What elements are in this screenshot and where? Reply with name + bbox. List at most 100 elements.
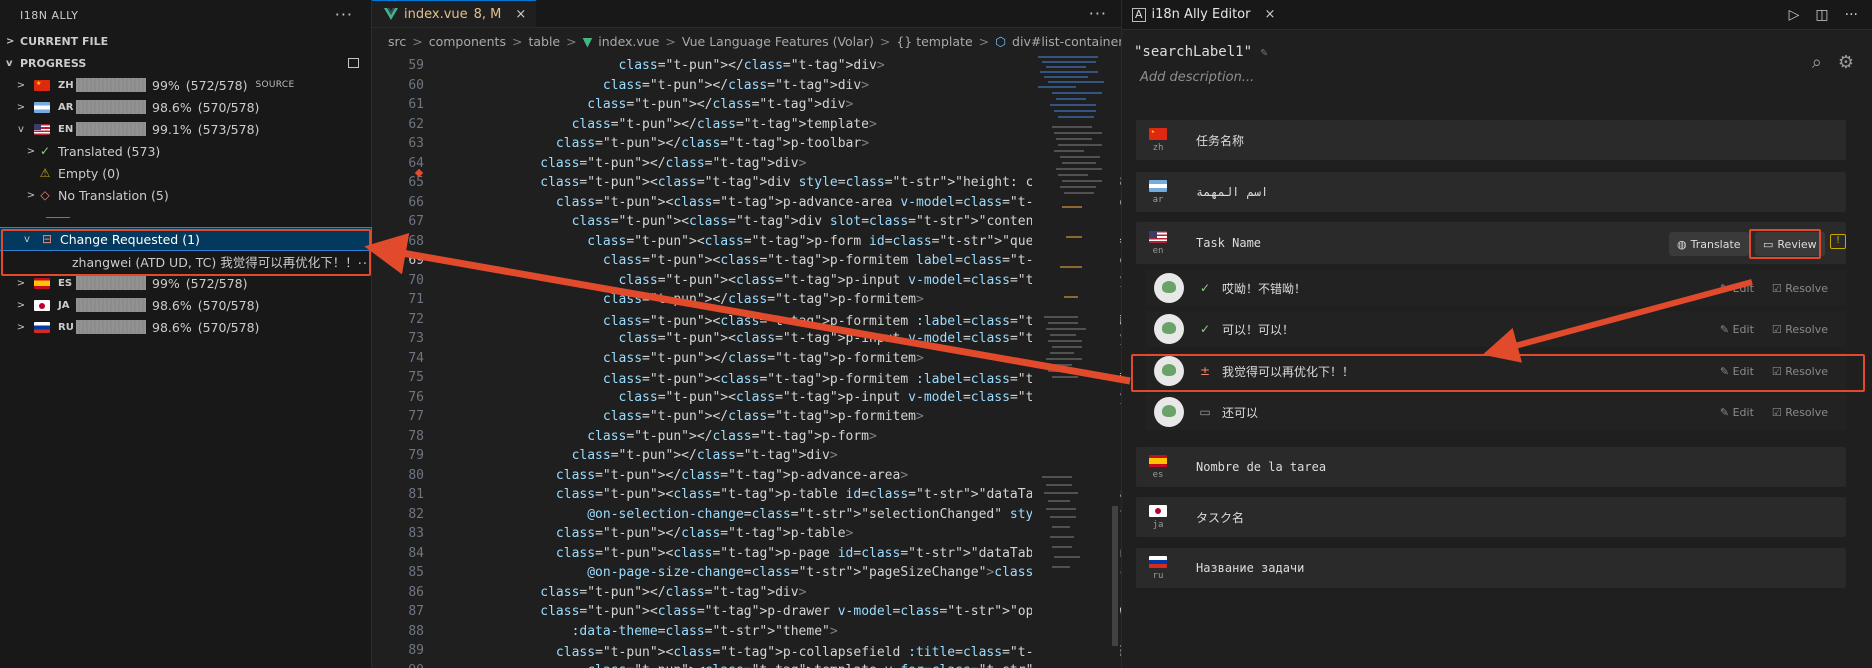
breadcrumb-item[interactable]: table [528,34,560,49]
code-line[interactable]: 69 class="t-pun"><class="t-tag">p-formit… [372,251,1121,271]
translation-value[interactable]: Название задачи [1196,561,1304,575]
locale-card-es[interactable]: es Nombre de la tarea [1136,447,1846,487]
locale-row-zh[interactable]: > ★ ZH 99% (572/578) SOURCE [0,74,371,96]
minimap[interactable] [1032,56,1120,668]
code-line[interactable]: 79 class="t-pun"></class="t-tag">div> [372,446,1032,466]
description-input[interactable]: Add description... [1140,70,1254,85]
section-label: PROGRESS [20,56,87,70]
split-editor-icon[interactable]: ◫ [1815,7,1828,23]
comment-toggle-icon[interactable]: ! [1830,234,1846,249]
code-line[interactable]: 72 class="t-pun"><class="t-tag">p-formit… [372,310,1121,330]
locale-row-en[interactable]: v EN 99.1% (573/578) [0,118,371,140]
edit-comment-button[interactable]: ✎ Edit [1720,323,1754,336]
edit-comment-button[interactable]: ✎ Edit [1720,406,1754,419]
edit-pencil-icon[interactable]: ✎ [1260,45,1267,59]
code-line[interactable]: 84 class="t-pun"><class="t-tag">p-page i… [372,544,1121,564]
empty-node[interactable]: ⚠ Empty (0) [0,162,371,184]
resolve-comment-button[interactable]: ☑ Resolve [1772,282,1828,295]
code-line[interactable]: 73 class="t-pun"><class="t-tag">p-input … [372,329,1121,349]
edit-comment-button[interactable]: ✎ Edit [1720,282,1754,295]
globe-icon: ◍ [1677,237,1687,251]
code-line[interactable]: 83 class="t-pun"></class="t-tag">p-table… [372,524,1032,544]
code-line[interactable]: 67 class="t-pun"><class="t-tag">div slot… [372,212,1057,232]
locale-row-ja[interactable]: > JA 98.6% (570/578) [0,294,371,316]
code-line[interactable]: 70 class="t-pun"><class="t-tag">p-input … [372,271,1121,291]
locale-flag: ja [1136,504,1180,530]
code-line[interactable]: 78 class="t-pun"></class="t-tag">p-form> [372,427,1032,447]
code-line[interactable]: 85 @on-page-size-change=class="t-str">"p… [372,563,1121,583]
close-icon[interactable]: × [515,7,526,22]
code-line[interactable]: 76 class="t-pun"><class="t-tag">p-input … [372,388,1121,408]
code-line[interactable]: 82 @on-selection-change=class="t-str">"s… [372,505,1121,525]
key-label: "searchLabel1" [1134,44,1253,60]
locale-count: (572/578) [185,77,248,93]
locale-card-ar[interactable]: ar اسم المهمة [1136,172,1846,212]
breadcrumb-item[interactable]: src [388,34,406,49]
play-icon[interactable]: ▷ [1789,7,1800,23]
locale-card-ja[interactable]: ja タスク名 [1136,497,1846,537]
resolve-comment-button[interactable]: ☑ Resolve [1772,406,1828,419]
code-line[interactable]: 68 class="t-pun"><class="t-tag">p-form i… [372,232,1121,252]
code-line[interactable]: 66 class="t-pun"><class="t-tag">p-advanc… [372,193,1121,213]
locale-row-ar[interactable]: > AR 98.6% (570/578) [0,96,371,118]
code-line[interactable]: 74 class="t-pun"></class="t-tag">p-formi… [372,349,1032,369]
translation-value[interactable]: Task Name [1196,236,1261,250]
panel-actions: ▷ ◫ ··· [1789,7,1872,23]
breadcrumb-item[interactable]: index.vue [598,34,659,49]
code-line[interactable]: 88 :data-theme=class="t-str">"theme"> [372,622,1032,642]
code-line[interactable]: 89 class="t-pun"><class="t-tag">p-collap… [372,641,1121,661]
translation-value[interactable]: اسم المهمة [1196,185,1268,199]
code-line[interactable]: 65 class="t-pun"><class="t-tag">div styl… [372,173,1121,193]
more-actions-icon[interactable]: ··· [1845,7,1858,23]
code-line[interactable]: 62 class="t-pun"></class="t-tag">templat… [372,115,1032,135]
translate-button[interactable]: ◍ Translate [1669,232,1749,256]
gear-icon[interactable]: ⚙ [1838,52,1854,73]
translation-value[interactable]: タスク名 [1196,509,1244,526]
code-line[interactable]: 81 class="t-pun"><class="t-tag">p-table … [372,485,1121,505]
tab-index-vue[interactable]: index.vue 8, M × [372,0,537,27]
highlight-box [1,229,371,276]
locale-card-zh[interactable]: ★ zh 任务名称 [1136,120,1846,160]
code-line[interactable]: 75 class="t-pun"><class="t-tag">p-formit… [372,368,1121,388]
more-actions-icon[interactable]: ··· [335,7,353,23]
close-icon[interactable]: × [1264,7,1275,22]
locale-row-ru[interactable]: > RU 98.6% (570/578) [0,316,371,338]
line-number: 80 [408,467,424,483]
code-line[interactable]: 90 class="t-pun"><class="t-tag">template… [372,661,1121,668]
line-text: class="t-pun"><class="t-tag">template v-… [424,663,1121,668]
collapse-all-icon[interactable] [348,58,359,68]
code-line[interactable]: 59 class="t-pun"></class="t-tag">div> [372,56,1032,76]
translation-value[interactable]: Nombre de la tarea [1196,460,1326,474]
line-text: class="t-pun"><class="t-tag">p-advance-a… [555,194,1121,210]
section-current-file[interactable]: > CURRENT FILE [0,30,371,52]
code-line[interactable]: 77 class="t-pun"></class="t-tag">p-formi… [372,407,1032,427]
more-actions-icon[interactable]: ··· [1089,5,1107,21]
search-icon[interactable]: ⌕ [1812,52,1822,73]
code-line[interactable]: 64 class="t-pun"></class="t-tag">div> [372,154,1032,174]
translation-value[interactable]: 任务名称 [1196,132,1244,149]
no-translation-node[interactable]: > ◇ No Translation (5) [0,184,371,206]
line-text: class="t-pun"><class="t-tag">p-formitem … [602,253,1121,269]
chevron-right-icon: > [26,189,36,201]
tab-label[interactable]: i18n Ally Editor [1152,7,1251,22]
check-icon: ✓ [39,144,51,158]
breadcrumb-item[interactable]: Vue Language Features (Volar) [682,34,874,49]
locale-card-ru[interactable]: ru Название задачи [1136,548,1846,588]
locale-percent: 99.1% [152,121,192,137]
button-label: Resolve [1785,322,1828,336]
code-line[interactable]: 61 class="t-pun"></class="t-tag">div> [372,95,1032,115]
code-lines[interactable]: 59 class="t-pun"></class="t-tag">div> 60 … [372,56,1121,668]
breadcrumb-item[interactable]: {} template [896,34,972,49]
section-progress[interactable]: v PROGRESS [0,52,371,74]
breadcrumb-item[interactable]: div#list-container [1012,34,1121,49]
code-line[interactable]: 80 class="t-pun"></class="t-tag">p-advan… [372,466,1032,486]
breadcrumb-item[interactable]: components [429,34,506,49]
code-line[interactable]: 87 class="t-pun"><class="t-tag">p-drawer… [372,602,1121,622]
code-line[interactable]: 86 class="t-pun"></class="t-tag">div> [372,583,1032,603]
code-line[interactable]: 60 class="t-pun"></class="t-tag">div> [372,76,1032,96]
translated-node[interactable]: > ✓ Translated (573) [0,140,371,162]
code-line[interactable]: 71 class="t-pun"></class="t-tag">p-formi… [372,290,1032,310]
code-line[interactable]: 63 class="t-pun"></class="t-tag">p-toolb… [372,134,1032,154]
line-number: 62 [408,116,424,132]
resolve-comment-button[interactable]: ☑ Resolve [1772,323,1828,336]
